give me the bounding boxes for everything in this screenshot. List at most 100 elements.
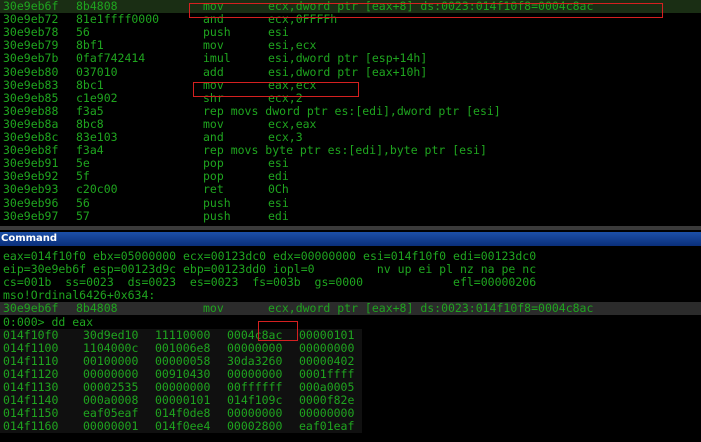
disasm-bytes: 0faf742414: [76, 51, 146, 66]
disasm-row[interactable]: 30e9eb8a 8bc8 mov ecx,eax: [0, 116, 701, 131]
dump-dword: 00000101: [155, 393, 211, 408]
disasm-address: 30e9eb8f: [3, 143, 59, 158]
disasm-bytes: 5f: [76, 169, 90, 184]
dump-dword: 0004c8ac: [227, 327, 283, 342]
disasm-row[interactable]: 30e9eb7b 0faf742414 imul esi,dword ptr [esp…: [0, 52, 701, 65]
disasm-bytes: 57: [76, 208, 90, 223]
disasm-mnemonic: push: [203, 25, 231, 40]
disasm-mnemonic: imul: [203, 51, 231, 66]
disasm-row-current[interactable]: 30e9eb6f 8b4808 mov ecx,dword ptr [eax+8] d…: [0, 0, 701, 13]
dump-dword: 30da3260: [227, 353, 283, 368]
dump-dword: 00100000: [83, 353, 139, 368]
disasm-row[interactable]: 30e9eb8f f3a4 rep movs byte ptr es:[edi],b…: [0, 144, 701, 157]
dump-dword: 000a0008: [83, 393, 139, 408]
disasm-mnemonic: push: [203, 195, 231, 210]
disasm-mnemonic: mov: [203, 116, 224, 131]
register-line: eip=30e9eb6f esp=00123d9c ebp=00123dd0 i…: [0, 263, 701, 276]
dump-dword: 00000402: [299, 353, 355, 368]
disasm-mnemonic: pop: [203, 156, 224, 171]
disasm-operands: ecx,dword ptr [eax+8] ds:0023:014f10f8=0…: [268, 0, 594, 13]
disasm-bytes: 8b4808: [76, 0, 118, 13]
command-window-title: Command: [1, 233, 58, 244]
disasm-address: 30e9eb8a: [3, 116, 59, 131]
disasm-row[interactable]: 30e9eb83 8bc1 mov eax,ecx: [0, 77, 701, 92]
symbol-text: mso!Ordinal6426+0x634:: [3, 288, 156, 303]
disasm-operands: edi: [268, 169, 289, 184]
command-prompt-line: 0:000> dd eax: [0, 314, 701, 329]
memory-dump-row: 014f1150 eaf05eaf 014f0de8 00000000 00000000: [0, 406, 362, 421]
disasm-operands: esi,dword ptr [eax+10h]: [268, 64, 428, 79]
memory-dump-row: 014f1100 1104000c 001006e8 00000000 00000000: [0, 340, 362, 355]
disasm-bytes: 037010: [76, 64, 118, 79]
disasm-operands: ecx,2: [268, 90, 303, 105]
disasm-address: 30e9eb79: [3, 38, 59, 53]
disasm-row[interactable]: 30e9eb92 5f pop edi: [0, 170, 701, 183]
disasm-row[interactable]: 30e9eb93 c20c00 ret 0Ch: [0, 183, 701, 196]
register-line: cs=001b ss=0023 ds=0023 es=0023 fs=003b …: [0, 276, 701, 289]
disasm-address: 30e9eb7b: [3, 51, 59, 66]
disasm-row[interactable]: 30e9eb88 f3a5 rep movs dword ptr es:[edi],…: [0, 103, 701, 118]
register-text: cs=001b ss=0023 ds=0023 es=0023 fs=003b …: [3, 275, 537, 290]
dump-dword: 00910430: [155, 366, 211, 381]
dump-dword: 11110000: [155, 327, 211, 342]
disasm-mnemonic: add: [203, 64, 224, 79]
disasm-row[interactable]: 30e9eb8c 83e103 and ecx,3: [0, 131, 701, 144]
command-prompt: 0:000> dd eax: [3, 314, 94, 329]
disasm-operands: eax,ecx: [268, 77, 317, 92]
disasm-mnemonic: mov: [203, 38, 224, 53]
disasm-bytes: f3a5: [76, 103, 104, 118]
dump-address: 014f1100: [3, 340, 59, 355]
disasm-row[interactable]: 30e9eb85 c1e902 shr ecx,2: [0, 90, 701, 105]
disasm-operands: ecx,0FFFFh: [268, 12, 338, 27]
disasm-bytes: c20c00: [76, 182, 118, 197]
disasm-bytes: 8bc8: [76, 116, 104, 131]
memory-dump-row: 014f1160 00000001 014f0ee4 00002800 eaf01eaf: [0, 419, 362, 434]
current-address: 30e9eb6f: [3, 301, 59, 316]
symbol-line: mso!Ordinal6426+0x634:: [0, 289, 701, 302]
disasm-address: 30e9eb80: [3, 64, 59, 79]
disasm-row[interactable]: 30e9eb72 81e1ffff0000 and ecx,0FFFFh: [0, 13, 701, 26]
memory-dump-row: 014f1130 00002535 00000000 00ffffff 000a0005: [0, 381, 362, 394]
dump-dword: 00000101: [299, 327, 355, 342]
dump-dword: 00000000: [299, 406, 355, 421]
memory-dump-row: 014f1110 00100000 00000058 30da3260 00000402: [0, 353, 362, 368]
disasm-operands: esi: [268, 156, 289, 171]
dump-dword: 30d9ed10: [83, 327, 139, 342]
disasm-row[interactable]: 30e9eb79 8bf1 mov esi,ecx: [0, 39, 701, 52]
dump-dword: 00000001: [83, 419, 139, 434]
command-window-titlebar[interactable]: Command: [0, 232, 701, 246]
memory-dump-row: 014f1140 000a0008 00000101 014f109c 0000f82e: [0, 393, 362, 408]
disasm-mnemonic: ret: [203, 182, 224, 197]
disasm-row[interactable]: 30e9eb78 56 push esi: [0, 26, 701, 39]
dump-dword: 0001ffff: [299, 366, 355, 381]
disasm-address: 30e9eb78: [3, 25, 59, 40]
disasm-bytes: 56: [76, 25, 90, 40]
disasm-bytes: f3a4: [76, 143, 104, 158]
disasm-mnemonic: shr: [203, 90, 224, 105]
dump-address: 014f1140: [3, 393, 59, 408]
disasm-address: 30e9eb85: [3, 90, 59, 105]
dump-dword: 00002800: [227, 419, 283, 434]
dump-dword: eaf01eaf: [299, 419, 355, 434]
dump-dword: 00000000: [299, 340, 355, 355]
dump-dword: 0000f82e: [299, 393, 355, 408]
dump-dword: 00000000: [227, 340, 283, 355]
dump-dword: 00000000: [227, 406, 283, 421]
disasm-address: 30e9eb6f: [3, 0, 59, 13]
command-output-pane[interactable]: eax=014f10f0 ebx=05000000 ecx=00123dc0 e…: [0, 248, 701, 442]
disasm-row[interactable]: 30e9eb91 5e pop esi: [0, 157, 701, 170]
disasm-mnemonic: and: [203, 130, 224, 144]
disasm-mnemonic: rep movs dword ptr es:[edi],dword ptr [e…: [203, 103, 501, 118]
dump-dword: 00000058: [155, 353, 211, 368]
disasm-mnemonic: push: [203, 208, 231, 223]
disasm-address: 30e9eb97: [3, 208, 59, 223]
current-mnemonic: mov: [203, 301, 224, 316]
disasm-bytes: 83e103: [76, 130, 118, 144]
disasm-row[interactable]: 30e9eb97 57 push edi: [0, 208, 701, 223]
disassembly-horizontal-scrollbar[interactable]: [0, 226, 701, 230]
disasm-bytes: 5e: [76, 156, 90, 171]
dump-dword: 1104000c: [83, 340, 139, 355]
disasm-row[interactable]: 30e9eb80 037010 add esi,dword ptr [eax+10h]: [0, 64, 701, 79]
disasm-row[interactable]: 30e9eb96 56 push esi: [0, 195, 701, 210]
disasm-bytes: 8bf1: [76, 38, 104, 53]
